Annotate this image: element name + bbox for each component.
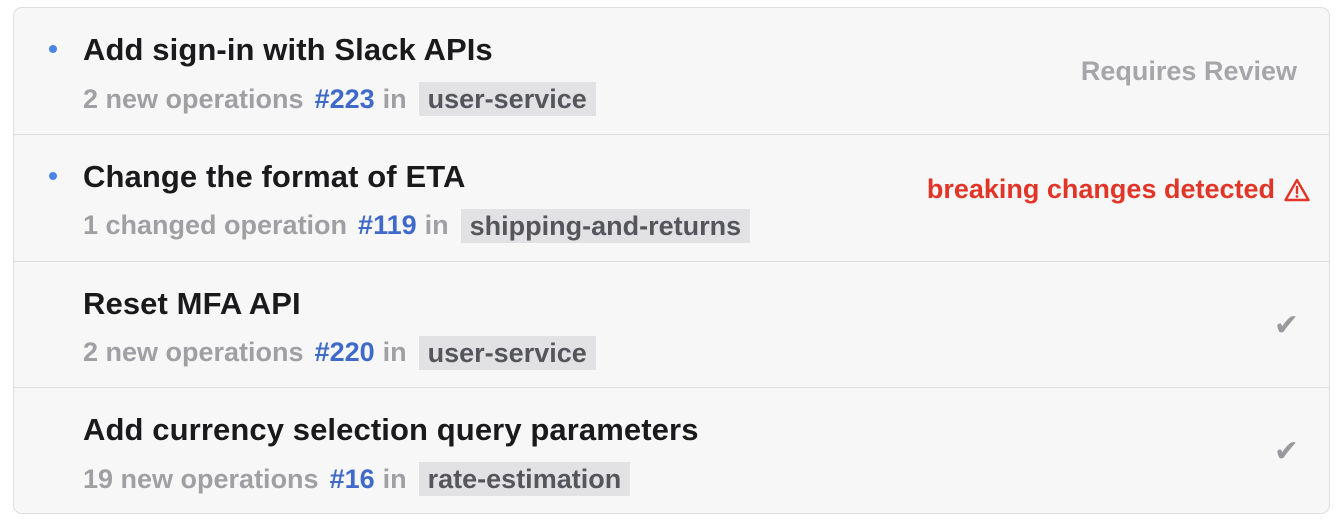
list-item[interactable]: Reset MFA API 2 new operations #220 in u… bbox=[14, 262, 1329, 389]
item-title[interactable]: Add currency selection query parameters bbox=[83, 412, 699, 448]
unread-dot bbox=[49, 45, 57, 53]
breaking-label: breaking changes detected bbox=[926, 174, 1275, 204]
in-label: in bbox=[424, 210, 449, 241]
operation-count: 2 new operations bbox=[83, 83, 304, 114]
service-tag: user-service bbox=[418, 82, 596, 116]
item-title[interactable]: Change the format of ETA bbox=[83, 159, 465, 195]
item-title[interactable]: Reset MFA API bbox=[83, 286, 301, 322]
pr-link[interactable]: #223 bbox=[315, 84, 375, 115]
list-item[interactable]: Add sign-in with Slack APIs 2 new operat… bbox=[14, 8, 1329, 135]
item-meta: 2 new operations #223 in user-service bbox=[83, 82, 596, 116]
item-title[interactable]: Add sign-in with Slack APIs bbox=[83, 32, 493, 68]
checkmark-icon: ✔ bbox=[1273, 435, 1299, 469]
operation-count: 1 changed operation bbox=[83, 210, 348, 241]
operation-count: 2 new operations bbox=[83, 337, 304, 367]
checkmark-icon: ✔ bbox=[1273, 308, 1299, 342]
service-tag: user-service bbox=[418, 335, 596, 370]
in-label: in bbox=[382, 337, 407, 367]
pr-link[interactable]: #220 bbox=[315, 337, 375, 368]
pr-link[interactable]: #16 bbox=[330, 464, 375, 495]
in-label: in bbox=[382, 83, 407, 114]
warning-icon bbox=[1284, 178, 1310, 201]
item-meta: 2 new operations #220 in user-service bbox=[83, 335, 596, 370]
list-item[interactable]: Add currency selection query parameters … bbox=[14, 388, 1329, 513]
status-label: Requires Review bbox=[1080, 56, 1297, 86]
operation-count: 19 new operations bbox=[83, 463, 319, 494]
item-meta: 1 changed operation #119 in shipping-and… bbox=[83, 208, 751, 243]
change-list: Add sign-in with Slack APIs 2 new operat… bbox=[13, 7, 1330, 514]
service-tag: rate-estimation bbox=[418, 462, 631, 497]
service-tag: shipping-and-returns bbox=[460, 208, 751, 243]
in-label: in bbox=[382, 463, 407, 494]
pr-link[interactable]: #119 bbox=[358, 210, 417, 241]
unread-dot bbox=[49, 171, 57, 180]
breaking-status: breaking changes detected bbox=[927, 174, 1310, 205]
item-meta: 19 new operations #16 in rate-estimation bbox=[83, 462, 631, 497]
